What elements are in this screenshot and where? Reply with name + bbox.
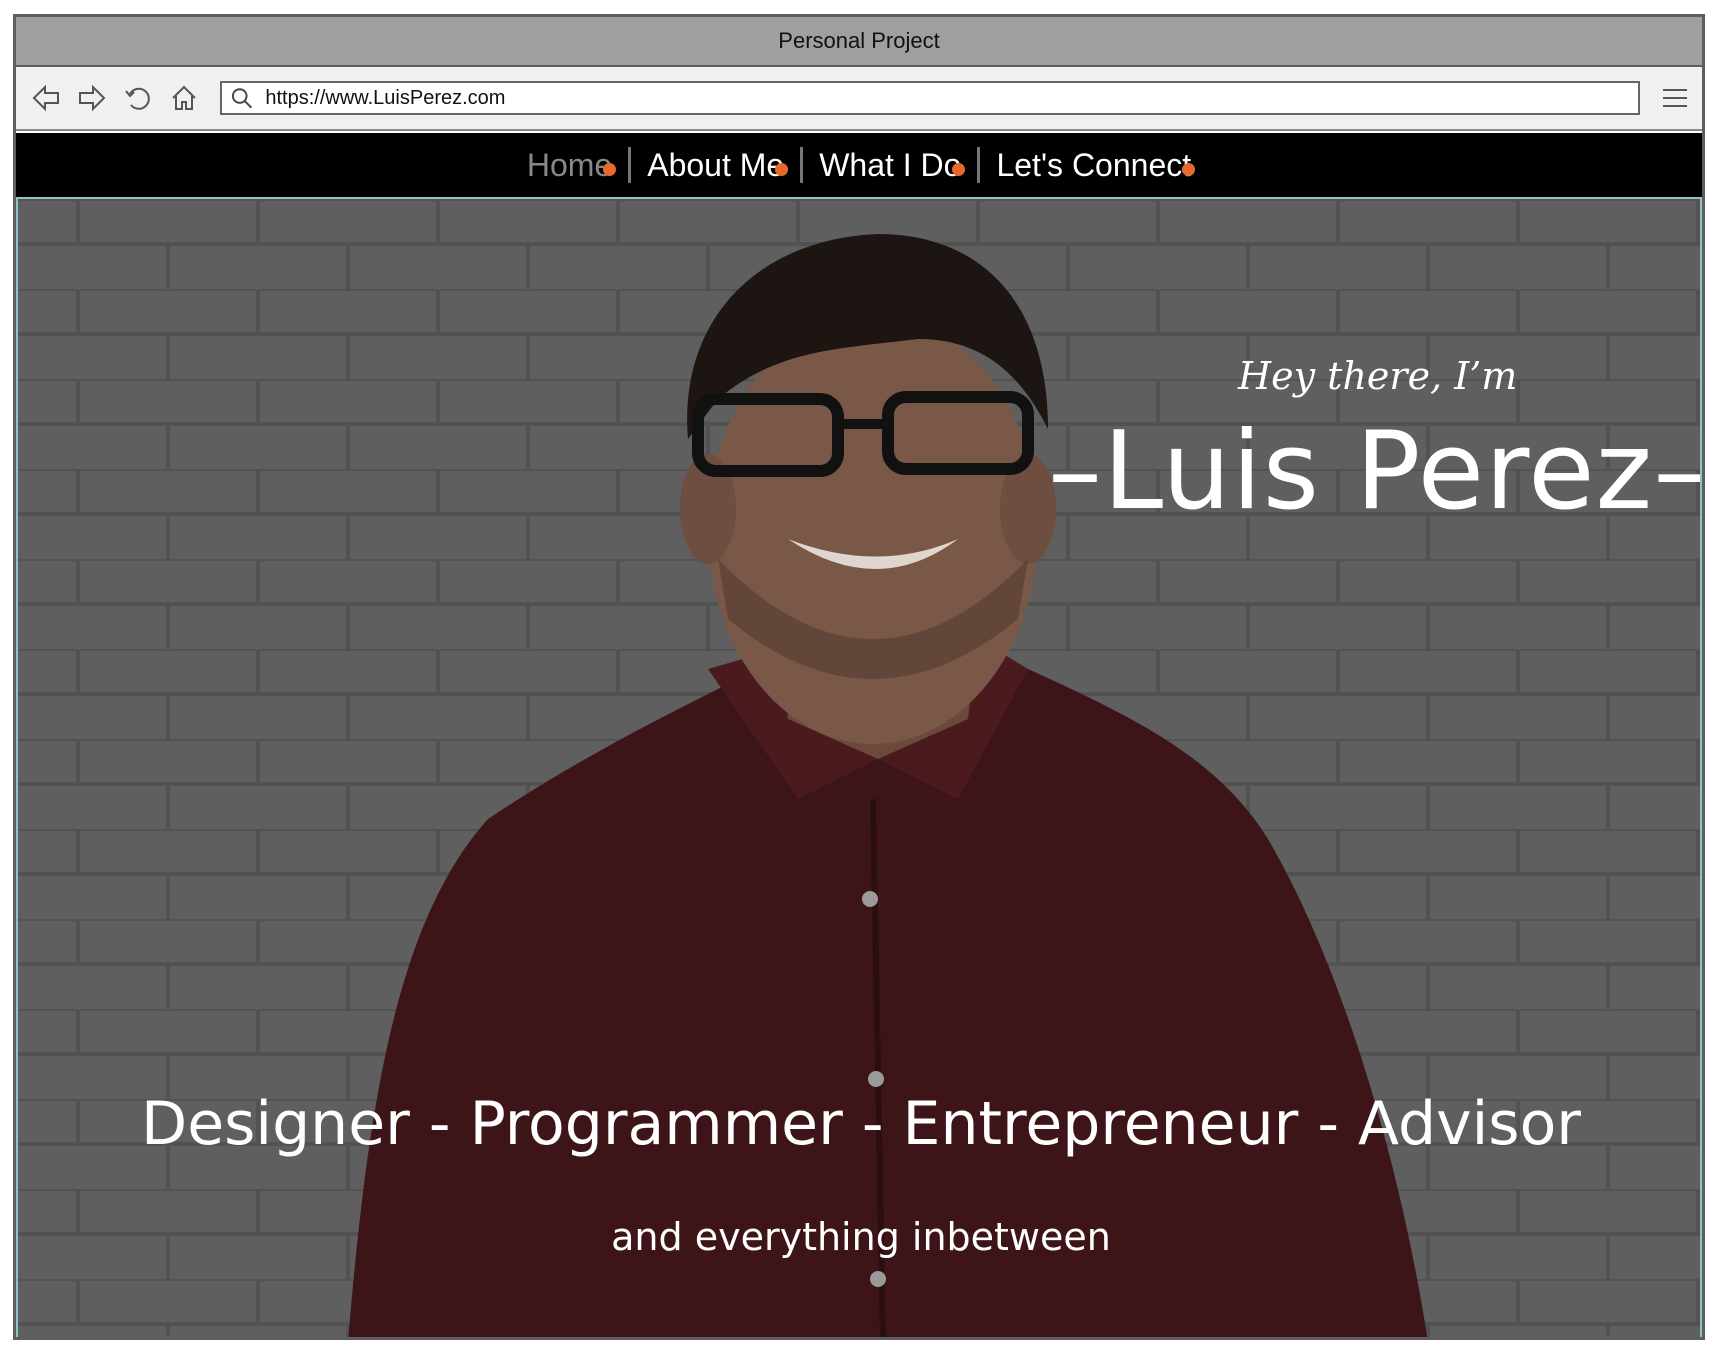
- browser-toolbar: [16, 67, 1702, 131]
- hero-tagline: and everything inbetween: [611, 1215, 1111, 1259]
- nav-indicator-dot: [952, 162, 966, 176]
- nav-what-i-do-label: What I Do: [819, 146, 962, 183]
- nav-what-i-do[interactable]: What I Do: [803, 147, 977, 184]
- hero-section: Hey there, I’m –Luis Perez– Designer - P…: [16, 197, 1702, 1337]
- hamburger-menu-icon[interactable]: [1658, 81, 1692, 115]
- nav-about-me-label: About Me: [647, 146, 785, 183]
- nav-indicator-dot: [775, 162, 789, 176]
- hero-roles: Designer - Programmer - Entrepreneur - A…: [141, 1089, 1581, 1159]
- hero-greeting: Hey there, I’m: [1238, 354, 1518, 398]
- window-titlebar: Personal Project: [16, 17, 1702, 67]
- forward-arrow-icon[interactable]: [72, 78, 112, 118]
- url-input[interactable]: [263, 85, 1638, 111]
- nav-indicator-dot: [1182, 162, 1196, 176]
- reload-icon[interactable]: [118, 78, 158, 118]
- window-title: Personal Project: [778, 28, 940, 53]
- nav-lets-connect[interactable]: Let's Connect: [980, 147, 1207, 184]
- nav-home-label: Home: [526, 146, 613, 183]
- address-bar[interactable]: [220, 81, 1640, 115]
- nav-about-me[interactable]: About Me: [631, 147, 800, 184]
- site-navigation: Home About Me What I Do Let's Connect: [16, 133, 1702, 197]
- home-icon[interactable]: [164, 78, 204, 118]
- web-page: Home About Me What I Do Let's Connect He…: [16, 133, 1702, 1337]
- browser-window: Personal Project Home: [13, 14, 1705, 1340]
- nav-lets-connect-label: Let's Connect: [996, 146, 1192, 183]
- nav-indicator-dot: [603, 162, 617, 176]
- hero-name: –Luis Perez–: [1048, 409, 1702, 534]
- back-arrow-icon[interactable]: [26, 78, 66, 118]
- nav-home[interactable]: Home: [511, 147, 628, 184]
- search-icon: [231, 88, 253, 109]
